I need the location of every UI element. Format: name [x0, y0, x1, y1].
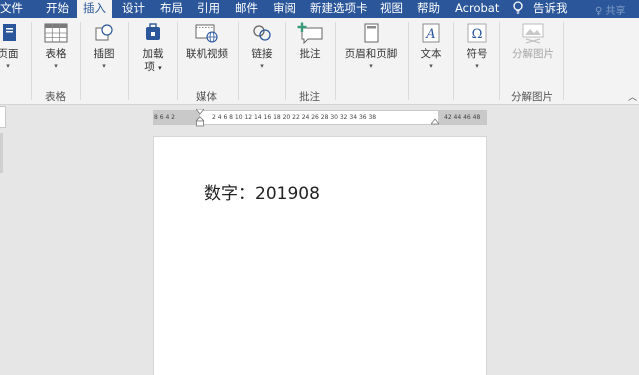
text-button[interactable]: A 文本 ▾: [417, 22, 445, 71]
tab-selector[interactable]: [0, 106, 6, 128]
divider: [335, 22, 336, 100]
divider: [128, 22, 129, 100]
divider: [31, 22, 32, 100]
divider: [285, 22, 286, 100]
share-button[interactable]: ♀ 共享: [595, 2, 626, 17]
table-button[interactable]: 表格 ▾: [42, 22, 70, 71]
divider: [499, 22, 500, 100]
tab-review[interactable]: 审阅: [273, 0, 296, 18]
text-box-icon: A: [422, 23, 440, 43]
illustrations-button[interactable]: 插图 ▾: [90, 22, 118, 71]
header-footer-button[interactable]: 页眉和页脚 ▾: [343, 22, 399, 71]
chevron-down-icon: ▾: [475, 62, 479, 70]
svg-text:A: A: [425, 27, 435, 42]
online-video-icon: [195, 24, 218, 43]
tab-new-tab[interactable]: 新建选项卡: [310, 0, 368, 18]
split-image-icon: [522, 23, 544, 44]
divider: [238, 22, 239, 100]
group-label-table: 表格: [45, 91, 66, 103]
header-footer-icon: [364, 23, 379, 43]
online-video-button[interactable]: 联机视频: [183, 22, 231, 61]
ruler-numbers: 2 4 6 8 10 12 14 16 18 20 22 24 26 28 30…: [212, 114, 377, 121]
ruler-left-numbers: 8 6 4 2: [154, 114, 175, 121]
chevron-down-icon: ▾: [369, 62, 373, 70]
group-label-comments: 批注: [299, 91, 320, 103]
lightbulb-icon[interactable]: [513, 1, 523, 15]
tab-design[interactable]: 设计: [122, 0, 145, 18]
symbols-button[interactable]: Ω 符号 ▾: [463, 22, 491, 71]
group-label-split-image: 分解图片: [511, 91, 553, 103]
store-icon: [146, 23, 160, 40]
divider: [453, 22, 454, 100]
divider: [563, 22, 564, 100]
indent-marker-icon[interactable]: [196, 109, 204, 127]
tab-home[interactable]: 开始: [46, 0, 69, 18]
ruler-right-numbers: 42 44 46 48: [444, 114, 481, 121]
divider: [177, 22, 178, 100]
chevron-down-icon: ▾: [158, 64, 162, 72]
link-icon: [253, 25, 271, 41]
chevron-down-icon: ▾: [429, 62, 433, 70]
chevron-down-icon: ▾: [102, 62, 106, 70]
omega-icon: Ω: [467, 23, 487, 43]
menu-bar: 文件 开始 插入 设计 布局 引用 邮件 审阅 新建选项卡 视图 帮助 Acro…: [0, 0, 639, 18]
ribbon: 页面 ▾ 表格 ▾ 表格 插图 ▾ 加载 项 ▾ 联机视频 媒体 链接 ▾ 批注…: [0, 18, 639, 105]
new-comment-button[interactable]: 批注: [295, 22, 325, 61]
addins-button[interactable]: 加载 项 ▾: [138, 22, 168, 75]
collapse-ribbon-icon[interactable]: ︿: [628, 90, 637, 103]
chevron-down-icon: ▾: [260, 62, 264, 70]
chevron-down-icon: ▾: [54, 62, 58, 70]
tab-file[interactable]: 文件: [0, 0, 23, 18]
divider: [80, 22, 81, 100]
right-indent-marker-icon[interactable]: [431, 116, 439, 126]
tab-view[interactable]: 视图: [380, 0, 403, 18]
table-icon: [44, 23, 68, 43]
tab-mailings[interactable]: 邮件: [235, 0, 258, 18]
document-text[interactable]: 数字：201908: [204, 179, 320, 204]
tab-references[interactable]: 引用: [197, 0, 220, 18]
pages-button[interactable]: 页面 ▾: [0, 22, 22, 71]
horizontal-ruler[interactable]: 8 6 4 2 2 4 6 8 10 12 14 16 18 20 22 24 …: [153, 109, 487, 127]
divider: [408, 22, 409, 100]
comment-icon: [297, 22, 323, 44]
document-page[interactable]: 数字：201908: [153, 136, 487, 375]
svg-text:Ω: Ω: [472, 27, 483, 42]
tab-insert[interactable]: 插入: [77, 0, 112, 18]
tell-me-search[interactable]: 告诉我: [533, 0, 568, 18]
page-icon: [3, 24, 16, 41]
shapes-icon: [95, 24, 113, 41]
chevron-down-icon: ▾: [6, 62, 10, 70]
split-image-button[interactable]: 分解图片: [509, 22, 557, 61]
tab-layout[interactable]: 布局: [160, 0, 183, 18]
group-label-media: 媒体: [196, 91, 217, 103]
tab-acrobat[interactable]: Acrobat: [455, 0, 499, 18]
vertical-ruler: [0, 133, 3, 173]
tab-help[interactable]: 帮助: [417, 0, 440, 18]
links-button[interactable]: 链接 ▾: [248, 22, 276, 71]
